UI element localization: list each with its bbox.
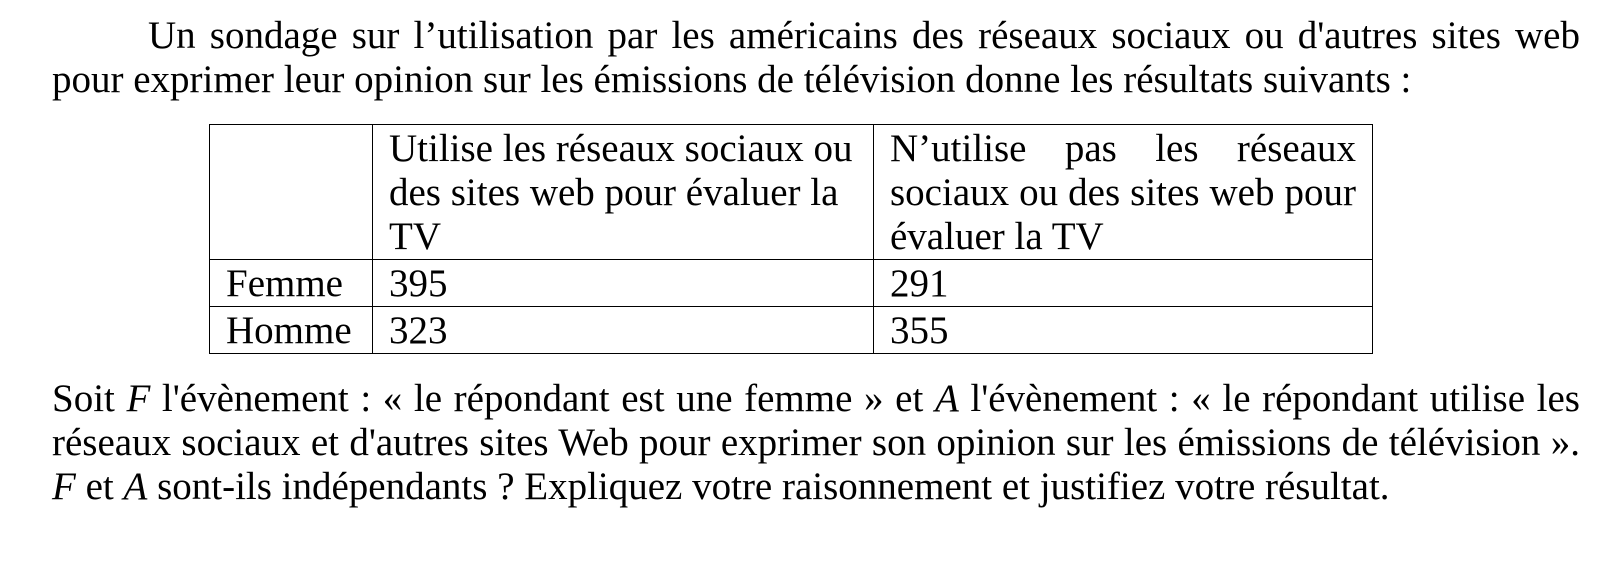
question-text-1: Soit [52,377,127,420]
question-text-4: et [75,465,124,508]
event-f-symbol: F [126,377,151,420]
table-row: Femme 395 291 [209,259,1373,307]
table-row: Homme 323 355 [209,306,1373,354]
row-label-homme: Homme [209,306,373,354]
table-header-not-uses-social: N’utilise pas les réseaux sociaux ou des… [873,124,1373,260]
survey-table: Utilise les réseaux sociaux ou des sites… [209,124,1373,354]
document-page: Un sondage sur l’utilisation par les amé… [52,0,1580,508]
cell-femme-uses: 395 [372,259,874,307]
question-text-5: sont-ils indépendants ? Expliquez votre … [147,465,1390,508]
survey-table-container: Utilise les réseaux sociaux ou des sites… [209,124,1373,354]
event-a-symbol: A [123,465,148,508]
table-header-uses-social: Utilise les réseaux sociaux ou des sites… [372,124,874,260]
cell-homme-not-uses: 355 [873,306,1373,354]
row-label-femme: Femme [209,259,373,307]
event-a-symbol: A [934,377,959,420]
table-header-empty [209,124,373,260]
cell-homme-uses: 323 [372,306,874,354]
cell-femme-not-uses: 291 [873,259,1373,307]
question-text-2: l'évènement : « le répondant est une fem… [150,377,935,420]
intro-paragraph: Un sondage sur l’utilisation par les amé… [52,14,1580,101]
event-f-symbol: F [52,465,76,508]
table-header-row: Utilise les réseaux sociaux ou des sites… [209,124,1373,260]
question-paragraph: Soit F l'évènement : « le répondant est … [52,377,1580,509]
